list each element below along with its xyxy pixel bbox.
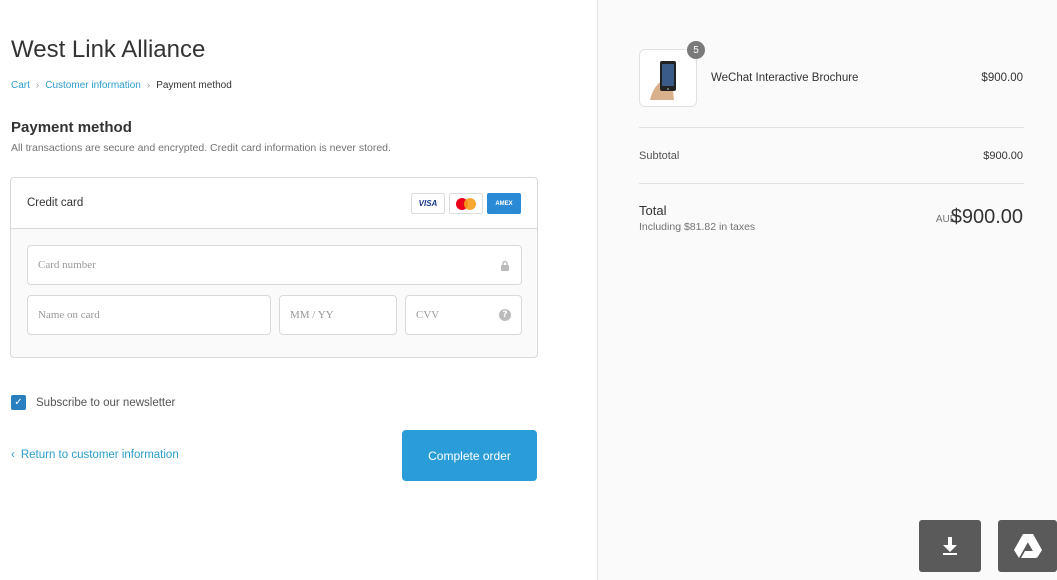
- mastercard-icon: [449, 193, 483, 214]
- newsletter-option[interactable]: ✓ Subscribe to our newsletter: [11, 395, 175, 410]
- expiry-input[interactable]: MM / YY: [279, 295, 397, 335]
- total-label: Total: [639, 203, 667, 218]
- order-summary: 5 WeChat Interactive Brochure $900.00 Su…: [597, 0, 1057, 580]
- chevron-left-icon: ‹: [11, 449, 15, 461]
- name-on-card-input[interactable]: Name on card: [27, 295, 271, 335]
- shop-title: West Link Alliance: [11, 36, 206, 63]
- question-icon[interactable]: ?: [499, 309, 511, 321]
- phone-image-icon: [650, 61, 676, 100]
- checkout-main: West Link Alliance Cart › Customer infor…: [0, 0, 597, 580]
- download-button[interactable]: [919, 520, 981, 572]
- taxes-note: Including $81.82 in taxes: [639, 221, 756, 233]
- newsletter-checkbox[interactable]: ✓: [11, 395, 26, 410]
- google-drive-icon: [1013, 534, 1042, 558]
- amex-icon: AMEX: [487, 193, 521, 214]
- product-price: $900.00: [981, 72, 1023, 84]
- product-name: WeChat Interactive Brochure: [711, 72, 859, 84]
- name-on-card-placeholder: Name on card: [38, 309, 100, 321]
- newsletter-label: Subscribe to our newsletter: [36, 396, 176, 409]
- return-link-label: Return to customer information: [20, 449, 179, 461]
- section-title: Payment method: [11, 119, 132, 136]
- chevron-right-icon: ›: [146, 80, 151, 91]
- credit-card-label: Credit card: [27, 197, 84, 209]
- subtotal-label: Subtotal: [639, 150, 680, 162]
- visa-icon: VISA: [411, 193, 445, 214]
- card-number-input[interactable]: Card number: [27, 245, 522, 285]
- total-value: $900.00: [950, 206, 1023, 228]
- product-thumbnail: 5: [639, 41, 705, 107]
- card-number-placeholder: Card number: [38, 259, 96, 271]
- cvv-input[interactable]: CVV ?: [405, 295, 522, 335]
- breadcrumb-customer-info[interactable]: Customer information: [45, 80, 141, 91]
- payment-method-box: Credit card VISA AMEX Card number Name o…: [10, 177, 538, 358]
- lock-icon: [499, 259, 511, 271]
- complete-order-button[interactable]: Complete order: [402, 430, 537, 481]
- expiry-placeholder: MM / YY: [290, 309, 334, 321]
- card-brands: VISA AMEX: [411, 193, 521, 214]
- section-description: All transactions are secure and encrypte…: [11, 142, 391, 154]
- divider: [639, 183, 1024, 184]
- divider: [639, 127, 1024, 128]
- cvv-placeholder: CVV: [416, 309, 440, 321]
- chevron-right-icon: ›: [35, 80, 40, 91]
- breadcrumb-payment: Payment method: [156, 80, 232, 91]
- breadcrumb-cart[interactable]: Cart: [11, 80, 30, 91]
- subtotal-value: $900.00: [983, 150, 1023, 162]
- return-to-customer-info-link[interactable]: ‹ Return to customer information: [11, 449, 179, 461]
- download-icon: [943, 537, 957, 555]
- quantity-badge: 5: [687, 41, 705, 59]
- credit-card-option[interactable]: Credit card VISA AMEX: [11, 178, 537, 229]
- breadcrumb: Cart › Customer information › Payment me…: [11, 80, 232, 91]
- google-drive-button[interactable]: [998, 520, 1057, 572]
